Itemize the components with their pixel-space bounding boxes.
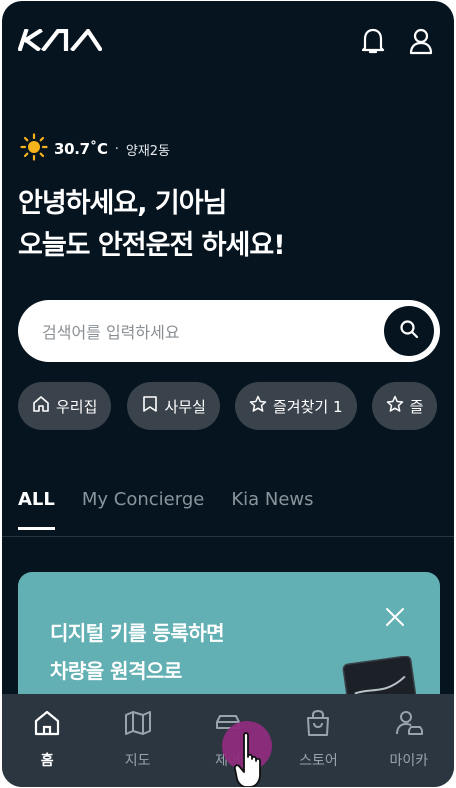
separator: ·	[114, 141, 119, 157]
search-input[interactable]	[40, 314, 384, 350]
nav-label: 마이카	[389, 753, 429, 769]
tab-kia-news[interactable]: Kia News	[231, 489, 313, 530]
bookmark-icon	[141, 395, 159, 417]
map-icon	[123, 708, 153, 742]
quick-places: 우리집 사무실 즐겨찾기 1 즐	[18, 382, 454, 430]
tabs-divider	[2, 536, 454, 537]
star-icon	[249, 395, 267, 417]
close-icon[interactable]	[382, 604, 408, 630]
chip-office[interactable]: 사무실	[126, 382, 220, 430]
nav-mycar[interactable]: 마이카	[364, 694, 454, 787]
sun-icon	[20, 133, 48, 165]
star-icon	[386, 395, 404, 417]
home-icon	[32, 708, 62, 742]
kia-logo[interactable]	[17, 27, 103, 55]
location-label: 양재2동	[125, 143, 171, 159]
greeting-line-2: 오늘도 안전운전 하세요!	[18, 230, 286, 261]
greeting-line-1: 안녕하세요, 기아님	[18, 188, 227, 219]
promo-line-2: 차량을 원격으로	[50, 659, 182, 683]
nav-store[interactable]: 스토어	[273, 694, 363, 787]
app-screen: 30.7˚C · 양재2동 안녕하세요, 기아님 오늘도 안전운전 하세요! 우…	[2, 1, 454, 787]
nav-label: 홈	[40, 753, 54, 769]
promo-card[interactable]: 디지털 키를 등록하면 차량을 원격으로	[18, 572, 440, 712]
promo-line-1: 디지털 키를 등록하면	[50, 621, 225, 645]
tab-my-concierge[interactable]: My Concierge	[82, 489, 204, 530]
promo-text: 디지털 키를 등록하면 차량을 원격으로	[50, 614, 225, 690]
weather-info: 30.7˚C · 양재2동	[20, 133, 170, 165]
chip-favorite-2[interactable]: 즐	[371, 382, 438, 430]
home-icon	[32, 395, 50, 417]
bell-icon[interactable]	[358, 25, 388, 57]
shopping-bag-icon	[303, 708, 333, 742]
user-car-icon	[394, 708, 424, 742]
content-tabs: ALL My Concierge Kia News	[18, 489, 341, 530]
chip-home[interactable]: 우리집	[18, 382, 112, 430]
search-button[interactable]	[384, 306, 434, 356]
pointer-hand-icon	[233, 731, 270, 787]
chip-label: 사무실	[164, 397, 206, 416]
search-icon	[398, 318, 420, 344]
nav-label: 스토어	[299, 753, 338, 769]
nav-map[interactable]: 지도	[92, 694, 182, 787]
greeting: 안녕하세요, 기아님 오늘도 안전운전 하세요!	[18, 183, 286, 267]
person-icon[interactable]	[406, 25, 436, 57]
tab-all[interactable]: ALL	[18, 489, 55, 530]
temperature: 30.7˚C	[54, 140, 108, 158]
chip-label: 우리집	[56, 397, 98, 416]
chip-favorite-1[interactable]: 즐겨찾기 1	[235, 382, 357, 430]
nav-label: 지도	[124, 753, 151, 769]
top-bar	[2, 1, 454, 81]
search-bar	[18, 300, 440, 362]
chip-label: 즐겨찾기 1	[273, 397, 343, 416]
nav-home[interactable]: 홈	[2, 694, 92, 787]
chip-label: 즐	[409, 397, 424, 416]
